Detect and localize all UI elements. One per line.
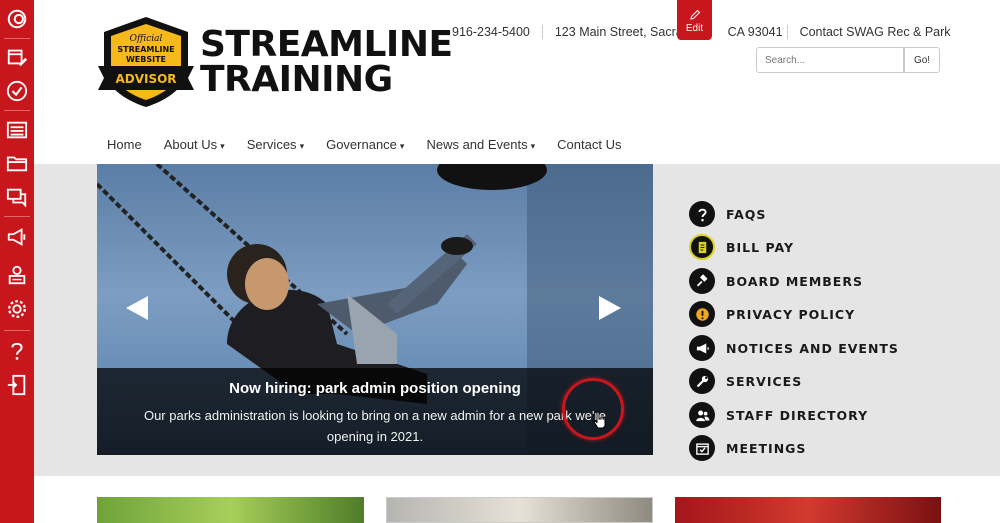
hero-slider[interactable]: Now hiring: park admin position opening … [97, 164, 653, 455]
folder-icon[interactable] [0, 146, 34, 180]
caret-down-icon: ▾ [530, 141, 536, 151]
news-thumbnail-1[interactable] [97, 497, 364, 523]
bill-icon [689, 234, 715, 260]
cursor-click-highlight [562, 378, 624, 440]
svg-text:Official: Official [130, 34, 163, 44]
caret-down-icon: ▾ [399, 141, 405, 151]
phone-link[interactable]: 916-234-5400 [440, 25, 542, 39]
quick-link-services[interactable]: SERVICES [689, 368, 929, 394]
site-logo[interactable]: Official STREAMLINE WEBSITE ADVISOR STRE… [96, 14, 453, 109]
edit-label: Edit [685, 23, 704, 34]
settings-gear-icon[interactable] [0, 292, 34, 326]
nav-home[interactable]: Home [97, 137, 153, 152]
user-form-icon[interactable] [0, 258, 34, 292]
nav-about-us[interactable]: About Us ▾ [153, 137, 236, 152]
search-input[interactable] [756, 47, 904, 73]
slider-next-arrow-icon[interactable] [599, 296, 621, 320]
help-question-icon[interactable] [0, 334, 34, 368]
megaphone-icon [689, 335, 715, 361]
search-button[interactable]: Go! [904, 47, 940, 73]
advisor-badge-icon: Official STREAMLINE WEBSITE ADVISOR [98, 17, 194, 107]
quick-link-board-members[interactable]: BOARD MEMBERS [689, 268, 929, 294]
wrench-icon [689, 368, 715, 394]
logo-swirl-icon[interactable] [0, 2, 34, 36]
gavel-icon [689, 268, 715, 294]
megaphone-icon[interactable] [0, 220, 34, 254]
logo-title-line2: TRAINING [200, 59, 393, 100]
nav-news-and-events[interactable]: News and Events ▾ [415, 137, 546, 152]
question-icon [689, 201, 715, 227]
news-thumbnail-3[interactable] [675, 497, 941, 523]
quick-link-staff-directory[interactable]: STAFF DIRECTORY [689, 402, 929, 428]
logout-door-icon[interactable] [0, 368, 34, 402]
nav-governance[interactable]: Governance ▾ [315, 137, 415, 152]
calendar-edit-icon[interactable] [0, 40, 34, 74]
slide-caption-text: Our parks administration is looking to b… [143, 408, 607, 444]
slider-prev-arrow-icon[interactable] [126, 296, 148, 320]
quick-link-faqs[interactable]: FAQS [689, 201, 929, 227]
svg-text:STREAMLINE: STREAMLINE [117, 45, 174, 54]
main-nav: Home About Us ▾ Services ▾ Governance ▾ New… [97, 137, 632, 152]
list-icon[interactable] [0, 113, 34, 147]
caret-down-icon: ▾ [220, 141, 225, 151]
nav-services[interactable]: Services ▾ [236, 137, 315, 152]
nav-contact-us[interactable]: Contact Us [546, 137, 632, 152]
news-thumbnail-2[interactable] [386, 497, 653, 523]
caret-down-icon: ▾ [299, 141, 305, 151]
chat-icon[interactable] [0, 180, 34, 214]
hand-cursor-icon [593, 411, 606, 429]
svg-text:WEBSITE: WEBSITE [126, 55, 166, 64]
admin-toolbar [0, 0, 34, 523]
users-icon [689, 402, 715, 428]
svg-text:ADVISOR: ADVISOR [115, 72, 176, 86]
quick-link-notices-and-events[interactable]: NOTICES AND EVENTS [689, 335, 929, 361]
quick-link-meetings[interactable]: MEETINGS [689, 435, 929, 461]
pencil-icon [689, 9, 700, 20]
quick-link-bill-pay[interactable]: BILL PAY [689, 234, 929, 260]
alert-icon [689, 301, 715, 327]
contact-link[interactable]: Contact SWAG Rec & Park [786, 25, 963, 39]
quick-link-privacy-policy[interactable]: PRIVACY POLICY [689, 301, 929, 327]
address-text: 123 Main Street, Sacran CA 93041 [541, 25, 787, 39]
edit-tab[interactable]: Edit [677, 0, 712, 40]
checkmark-circle-icon[interactable] [0, 74, 34, 108]
calendar-check-icon [689, 435, 715, 461]
